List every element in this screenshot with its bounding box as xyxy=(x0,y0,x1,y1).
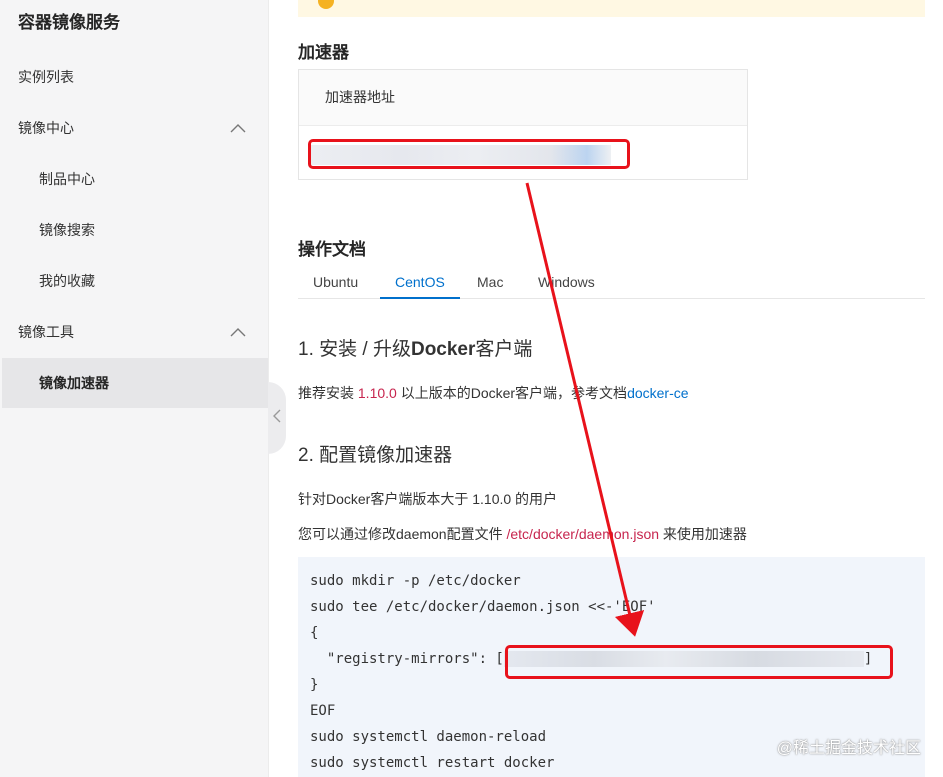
sidebar-item-label: 我的收藏 xyxy=(39,273,95,289)
tab-mac[interactable]: Mac xyxy=(477,266,503,298)
sidebar-item-image-tools[interactable]: 镜像工具 xyxy=(0,307,268,357)
sidebar-item-label: 镜像搜索 xyxy=(39,222,95,238)
step1-title: 1. 安装 / 升级Docker客户端 xyxy=(298,339,533,360)
chevron-up-icon[interactable] xyxy=(230,103,246,153)
sidebar-collapse-button[interactable] xyxy=(268,382,286,454)
sidebar-item-label: 镜像中心 xyxy=(18,120,74,136)
code-line: sudo systemctl restart docker xyxy=(310,755,555,771)
sidebar-item-label: 镜像工具 xyxy=(18,324,74,340)
sidebar-item-instance-list[interactable]: 实例列表 xyxy=(0,52,268,102)
tab-centos[interactable]: CentOS xyxy=(380,266,460,299)
os-tabs: Ubuntu CentOS Mac Windows xyxy=(298,266,925,299)
sidebar-item-label: 制品中心 xyxy=(39,171,95,187)
accelerator-column-header: 加速器地址 xyxy=(299,70,747,126)
docs-heading: 操作文档 xyxy=(298,240,366,259)
sidebar-item-image-search[interactable]: 镜像搜索 xyxy=(0,205,268,255)
code-line-registry-mirrors: "registry-mirrors": [] xyxy=(310,651,873,667)
code-line: sudo tee /etc/docker/daemon.json <<-'EOF… xyxy=(310,599,656,615)
code-line: { xyxy=(310,625,319,641)
daemon-json-path: /etc/docker/daemon.json xyxy=(506,526,660,542)
step2-line1: 针对Docker客户端版本大于 1.10.0 的用户 xyxy=(298,491,558,507)
watermark-text: @稀土掘金技术社区 xyxy=(776,740,921,757)
step1-text: 推荐安装 1.10.0 以上版本的Docker客户端，参考文档docker-ce xyxy=(298,385,689,401)
tab-ubuntu[interactable]: Ubuntu xyxy=(313,266,358,298)
sidebar-title: 容器镜像服务 xyxy=(18,13,120,32)
step2-line2: 您可以通过修改daemon配置文件 /etc/docker/daemon.jso… xyxy=(298,526,747,542)
sidebar-item-image-center[interactable]: 镜像中心 xyxy=(0,103,268,153)
accelerator-address-redacted[interactable] xyxy=(311,145,611,165)
accelerator-heading: 加速器 xyxy=(298,43,349,62)
version-text: 1.10.0 xyxy=(357,385,397,401)
docker-ce-link[interactable]: docker-ce xyxy=(627,385,688,401)
sidebar-item-label: 实例列表 xyxy=(18,69,74,85)
code-line: sudo mkdir -p /etc/docker xyxy=(310,573,521,589)
sidebar-item-image-accelerator[interactable]: 镜像加速器 xyxy=(2,358,268,408)
code-line: EOF xyxy=(310,703,336,719)
tab-windows[interactable]: Windows xyxy=(538,266,595,298)
sidebar-item-artifact-center[interactable]: 制品中心 xyxy=(0,154,268,204)
accelerator-table: 加速器地址 xyxy=(298,69,748,180)
chevron-left-icon xyxy=(273,409,281,428)
sidebar-item-my-favorites[interactable]: 我的收藏 xyxy=(0,256,268,306)
step2-title: 2. 配置镜像加速器 xyxy=(298,445,453,466)
sidebar: 容器镜像服务 实例列表 镜像中心 制品中心 镜像搜索 我的收藏 镜像工具 镜像加… xyxy=(0,0,269,777)
notice-banner xyxy=(298,0,925,17)
chevron-up-icon[interactable] xyxy=(230,307,246,357)
code-line: sudo systemctl daemon-reload xyxy=(310,729,547,745)
code-line: } xyxy=(310,677,319,693)
mirror-url-redacted xyxy=(503,651,864,667)
sidebar-item-label: 镜像加速器 xyxy=(39,375,109,391)
